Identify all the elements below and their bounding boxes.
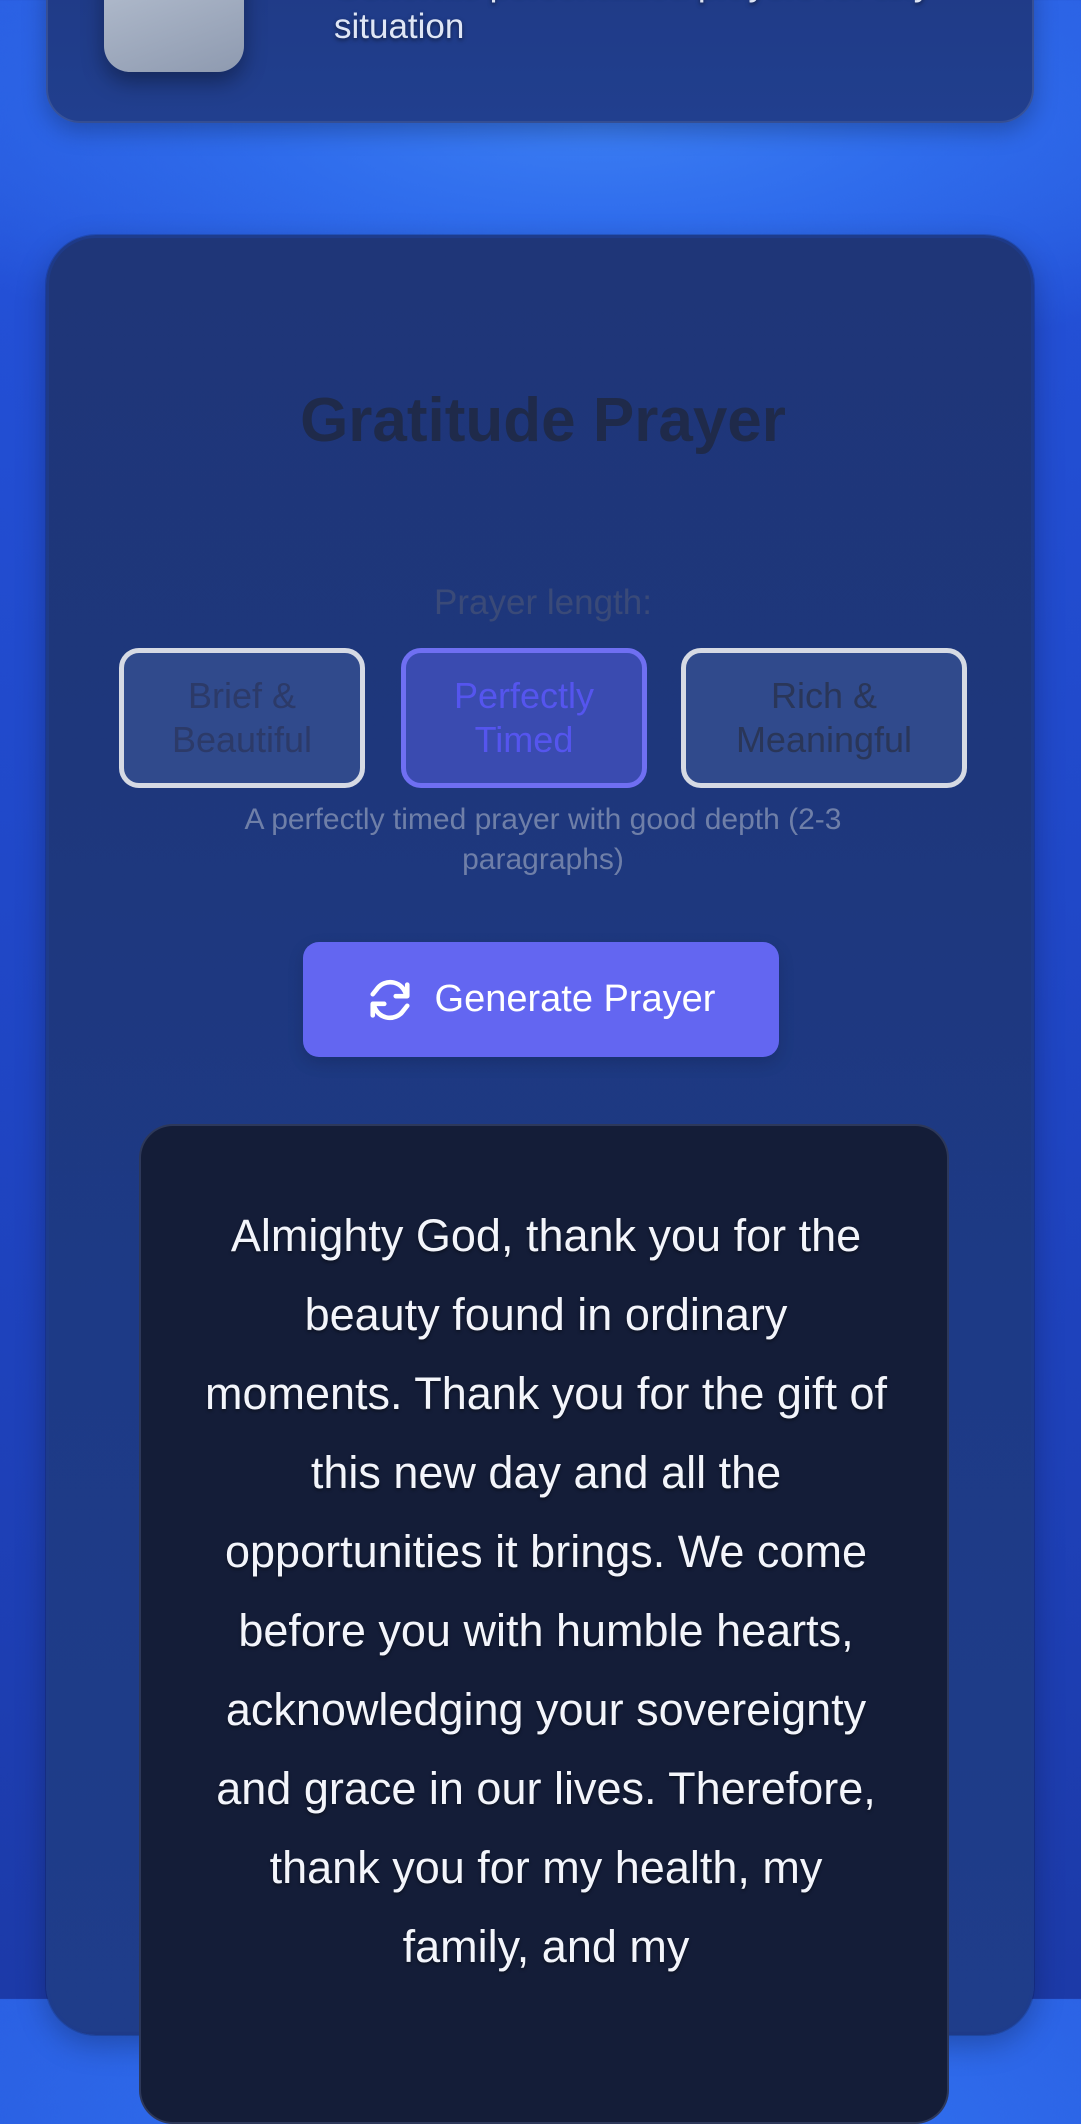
generate-prayer-label: Generate Prayer (434, 978, 716, 1020)
app-logo (104, 0, 244, 72)
header-subtitle: Generate personalized prayers for any si… (334, 0, 931, 46)
page-title: Gratitude Prayer (300, 386, 786, 455)
length-option-perfectly-timed[interactable]: Perfectly Timed (401, 648, 647, 788)
header-card: Generate personalized prayers for any si… (46, 0, 1034, 123)
prayer-output: Almighty God, thank you for the beauty f… (139, 1124, 949, 2124)
length-label: Prayer length: (434, 583, 652, 622)
prayer-card: Gratitude Prayer Prayer length: Brief & … (46, 235, 1034, 2124)
length-description: A perfectly timed prayer with good depth… (244, 803, 842, 876)
generate-prayer-button[interactable]: Generate Prayer (303, 942, 779, 1057)
refresh-icon (369, 979, 410, 1020)
length-option-rich[interactable]: Rich & Meaningful (681, 648, 967, 788)
length-option-brief[interactable]: Brief & Beautiful (119, 648, 365, 788)
prayer-text: Almighty God, thank you for the beauty f… (204, 1210, 887, 1972)
